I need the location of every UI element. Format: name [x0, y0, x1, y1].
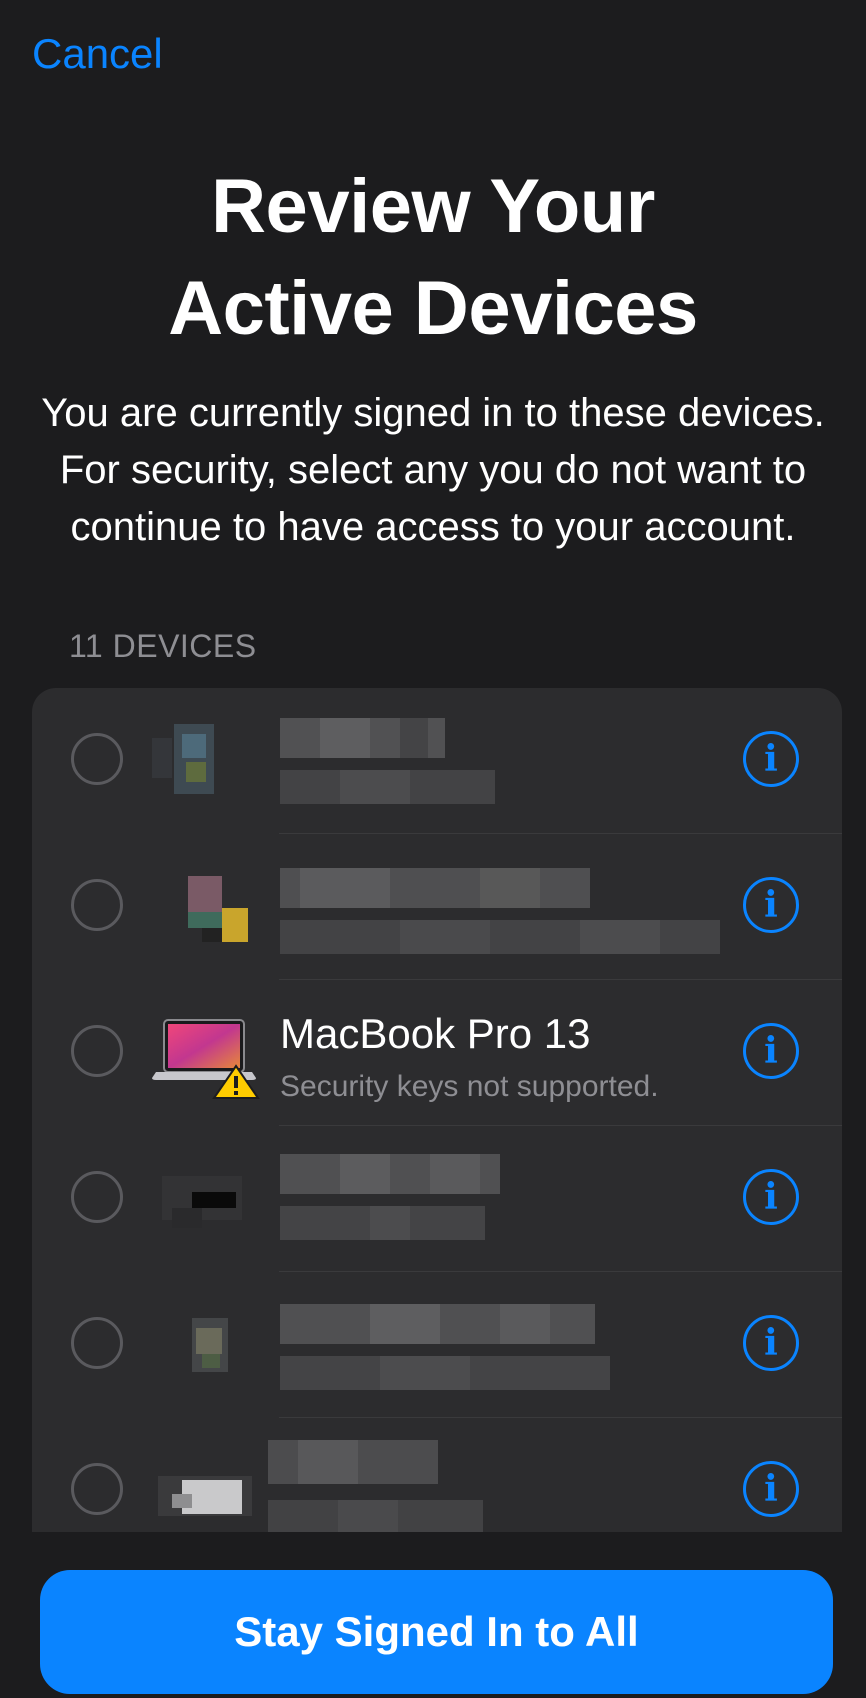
radio-unchecked-icon[interactable] — [71, 733, 123, 785]
device-redacted-text — [268, 1440, 738, 1544]
page-description: You are currently signed in to these dev… — [41, 391, 825, 549]
laptop-icon — [152, 1019, 260, 1099]
page-title: Review Your Active Devices — [0, 156, 866, 360]
page-title-line-2: Active Devices — [168, 266, 698, 351]
device-row[interactable]: i — [32, 1272, 842, 1418]
info-icon[interactable]: i — [743, 1169, 799, 1225]
info-icon[interactable]: i — [743, 877, 799, 933]
radio-unchecked-icon[interactable] — [71, 1025, 123, 1077]
device-thumbnail — [152, 866, 252, 948]
info-icon[interactable]: i — [743, 1023, 799, 1079]
device-thumbnail — [152, 720, 252, 802]
radio-unchecked-icon[interactable] — [71, 1171, 123, 1223]
device-list: i i MacBook Pro 13 Security keys not sup… — [32, 688, 842, 1548]
device-thumbnail — [152, 1158, 252, 1240]
device-redacted-text — [280, 710, 750, 814]
radio-unchecked-icon[interactable] — [71, 1463, 123, 1515]
info-icon[interactable]: i — [743, 731, 799, 787]
device-text: MacBook Pro 13 Security keys not support… — [280, 1002, 750, 1106]
device-redacted-text — [280, 1148, 750, 1252]
device-row[interactable]: i — [32, 1418, 842, 1548]
info-icon[interactable]: i — [743, 1315, 799, 1371]
device-detail: Security keys not supported. — [280, 1070, 659, 1103]
radio-unchecked-icon[interactable] — [71, 1317, 123, 1369]
device-thumbnail — [152, 1450, 252, 1532]
info-icon[interactable]: i — [743, 1461, 799, 1517]
device-row[interactable]: i — [32, 834, 842, 980]
device-redacted-text — [280, 856, 750, 960]
devices-count-header: 11 DEVICES — [69, 628, 257, 664]
radio-unchecked-icon[interactable] — [71, 879, 123, 931]
device-name: MacBook Pro 13 — [280, 1010, 591, 1057]
cancel-button[interactable]: Cancel — [32, 30, 163, 78]
stay-signed-in-to-all-button[interactable]: Stay Signed In to All — [40, 1570, 833, 1694]
device-row[interactable]: i — [32, 1126, 842, 1272]
device-row[interactable]: i — [32, 688, 842, 834]
page-title-line-1: Review Your — [211, 164, 655, 249]
device-row-macbook-pro[interactable]: MacBook Pro 13 Security keys not support… — [32, 980, 842, 1126]
device-redacted-text — [280, 1294, 750, 1398]
device-thumbnail — [152, 1304, 252, 1386]
